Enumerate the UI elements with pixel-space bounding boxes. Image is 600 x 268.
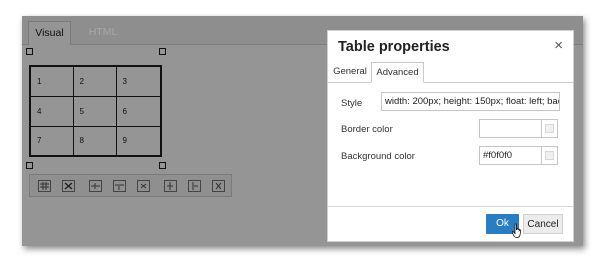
table-row: 4 5 6 xyxy=(29,95,162,127)
dialog-footer: Ok Cancel xyxy=(328,206,573,241)
dialog-tabs: General Advanced xyxy=(328,62,573,83)
editor-window: Visual HTML 1 2 3 4 5 6 7 8 9 Table prop… xyxy=(22,16,583,246)
insert-col-before-icon[interactable] xyxy=(164,179,177,192)
insert-col-after-icon[interactable] xyxy=(188,179,201,192)
table-cell[interactable]: 6 xyxy=(115,95,162,127)
table-cell[interactable]: 8 xyxy=(72,125,117,157)
style-label: Style xyxy=(341,98,363,109)
table-row: 7 8 9 xyxy=(29,125,162,157)
style-input[interactable]: width: 200px; height: 150px; float: left… xyxy=(381,92,560,111)
table-cell[interactable]: 9 xyxy=(115,125,162,157)
delete-col-icon[interactable] xyxy=(212,179,225,192)
border-color-label: Border color xyxy=(341,124,393,135)
table-cell[interactable]: 2 xyxy=(72,65,117,97)
insert-row-after-icon[interactable] xyxy=(113,179,126,192)
resize-handle-top-left[interactable] xyxy=(26,48,33,55)
table-row: 1 2 3 xyxy=(29,65,162,97)
tab-html[interactable]: HTML xyxy=(84,21,122,44)
resize-handle-bottom-right[interactable] xyxy=(159,162,166,169)
tab-advanced[interactable]: Advanced xyxy=(371,62,424,83)
tab-general[interactable]: General xyxy=(330,62,370,82)
resize-handle-bottom-left[interactable] xyxy=(26,162,33,169)
table-props-icon[interactable] xyxy=(38,179,51,192)
cancel-button[interactable]: Cancel xyxy=(523,214,563,234)
hand-cursor-icon xyxy=(511,223,522,238)
close-icon[interactable]: × xyxy=(554,37,563,54)
table-cell[interactable]: 3 xyxy=(115,65,162,97)
table-cell[interactable]: 5 xyxy=(72,95,117,127)
resize-handle-top-right[interactable] xyxy=(159,48,166,55)
border-color-picker[interactable] xyxy=(541,119,558,138)
table-cell[interactable]: 4 xyxy=(29,95,74,127)
delete-table-icon[interactable] xyxy=(62,179,75,192)
editor-table[interactable]: 1 2 3 4 5 6 7 8 9 xyxy=(29,65,162,157)
table-toolbar xyxy=(29,174,232,197)
dialog-title: Table properties xyxy=(338,39,450,55)
background-color-label: Background color xyxy=(341,151,415,162)
table-cell[interactable]: 1 xyxy=(29,65,74,97)
border-color-input[interactable] xyxy=(479,119,542,138)
insert-row-before-icon[interactable] xyxy=(89,179,102,192)
table-properties-dialog: Table properties × General Advanced Styl… xyxy=(327,30,574,242)
table-cell[interactable]: 7 xyxy=(29,125,74,157)
tab-visual[interactable]: Visual xyxy=(28,21,71,45)
background-color-picker[interactable] xyxy=(541,146,558,165)
background-color-input[interactable]: #f0f0f0 xyxy=(479,146,542,165)
delete-row-icon[interactable] xyxy=(137,179,150,192)
